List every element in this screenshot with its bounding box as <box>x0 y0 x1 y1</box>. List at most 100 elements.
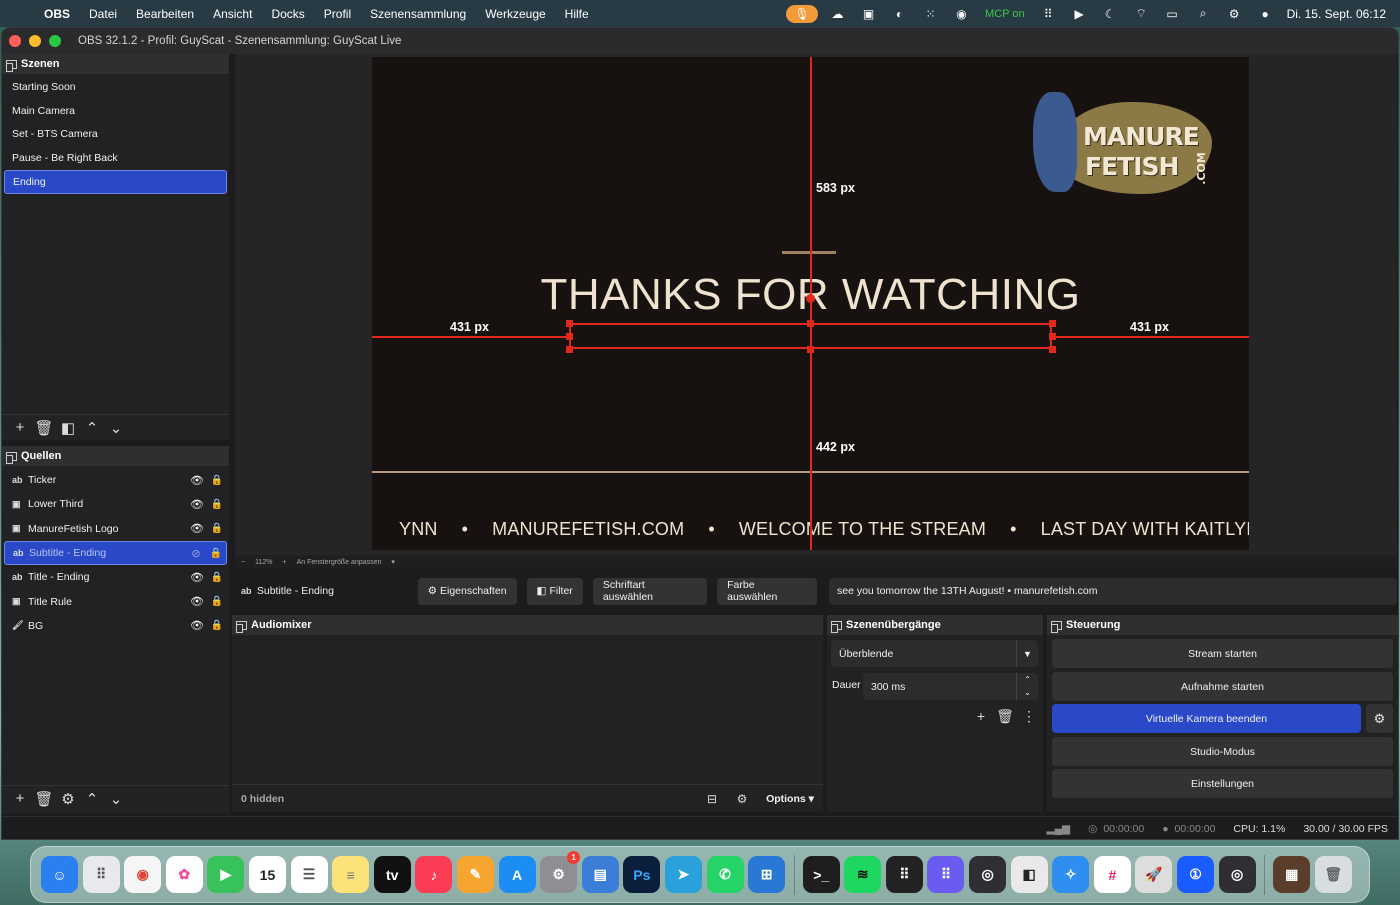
preview-icon[interactable]: ▤ <box>581 856 619 893</box>
dock-float-icon[interactable] <box>831 620 842 633</box>
safari-icon[interactable]: ✧ <box>1052 856 1090 893</box>
siri-icon[interactable]: ● <box>1250 7 1281 21</box>
close-window-button[interactable] <box>9 35 21 47</box>
select-font-button[interactable]: Schriftart auswählen <box>592 577 708 605</box>
source-item-bg[interactable]: 🖌 BG 👁 🔒 <box>4 614 227 638</box>
eye-tracking-icon[interactable]: ◉ <box>946 7 977 21</box>
move-down-icon[interactable]: ⌄ <box>104 417 128 439</box>
source-item-title-ending[interactable]: ab Title - Ending 👁 🔒 <box>4 565 227 589</box>
music-icon[interactable]: ♪ <box>415 856 453 893</box>
microphone-status-icon[interactable]: 🎙 <box>786 4 819 23</box>
visibility-eye-icon[interactable]: 👁 <box>187 474 207 487</box>
menu-ansicht[interactable]: Ansicht <box>213 7 252 21</box>
lock-icon[interactable]: 🔒 <box>207 596 227 607</box>
launchpad-icon[interactable]: ⠿ <box>82 856 120 893</box>
lock-icon[interactable]: 🔒 <box>206 548 226 559</box>
finder-icon[interactable]: ☺ <box>41 856 78 893</box>
dock-float-icon[interactable] <box>1051 620 1062 633</box>
spotify-icon[interactable]: ≋ <box>844 856 882 893</box>
dock-float-icon[interactable] <box>6 59 17 72</box>
lock-icon[interactable]: 🔒 <box>207 475 227 486</box>
preview-canvas[interactable]: MANURE FETISH .COM THANKS FOR WATCHING Y… <box>372 57 1249 550</box>
more-options-icon[interactable]: ⋮ <box>1019 705 1039 727</box>
advanced-audio-gear-icon[interactable]: ⚙ <box>727 792 757 806</box>
duration-input[interactable]: 300 ms ⌃ ⌄ <box>863 673 1038 700</box>
control-center-icon[interactable]: ⚙ <box>1219 7 1250 21</box>
obs-secondary-icon[interactable]: ◎ <box>1218 856 1256 893</box>
remove-transition-icon[interactable]: 🗑 <box>995 705 1015 727</box>
source-properties-gear-icon[interactable]: ⚙ <box>56 788 80 810</box>
grid-app-icon[interactable]: ⠿ <box>927 856 965 893</box>
scene-item-pause[interactable]: Pause - Be Right Back <box>4 147 227 171</box>
hidden-count[interactable]: 0 hidden <box>241 793 697 805</box>
whatsapp-icon[interactable]: ✆ <box>706 856 744 893</box>
dock-float-icon[interactable] <box>6 451 17 464</box>
filter-button[interactable]: ◧ Filter <box>526 577 583 605</box>
transition-select[interactable]: Überblende ▼ <box>831 640 1038 667</box>
reminders-icon[interactable]: ☰ <box>290 856 328 893</box>
search-icon[interactable]: ⌕ <box>1188 6 1219 21</box>
start-recording-button[interactable]: Aufnahme starten <box>1052 672 1393 701</box>
visibility-eye-icon[interactable]: 👁 <box>187 522 207 535</box>
manurefetish-logo[interactable]: MANURE FETISH .COM <box>1027 82 1217 200</box>
menu-datei[interactable]: Datei <box>89 7 117 21</box>
remove-scene-icon[interactable]: 🗑 <box>32 417 56 439</box>
downloads-stack-icon[interactable]: ▦ <box>1273 856 1311 893</box>
calendar-icon[interactable]: 15 <box>248 856 286 893</box>
menu-werkzeuge[interactable]: Werkzeuge <box>485 7 545 21</box>
obs-icon[interactable]: ◎ <box>969 856 1007 893</box>
menu-bearbeiten[interactable]: Bearbeiten <box>136 7 194 21</box>
visibility-eye-icon[interactable]: 👁 <box>187 595 207 608</box>
chrome-icon[interactable]: ◉ <box>124 856 162 893</box>
rocket-icon[interactable]: 🚀 <box>1135 856 1173 893</box>
scene-filters-icon[interactable]: ◧ <box>56 417 80 439</box>
remove-source-icon[interactable]: 🗑 <box>32 788 56 810</box>
add-source-icon[interactable]: + <box>8 788 32 810</box>
scene-item-main-camera[interactable]: Main Camera <box>4 100 227 124</box>
visibility-hidden-icon[interactable]: ⊘ <box>186 547 206 560</box>
zoom-out-button[interactable]: − <box>241 559 245 566</box>
photoshop-icon[interactable]: Ps <box>623 856 661 893</box>
virtual-camera-gear-icon[interactable]: ⚙ <box>1366 704 1393 733</box>
menu-app-obs[interactable]: OBS <box>44 7 70 21</box>
stream-deck-icon[interactable]: ⠿ <box>885 856 923 893</box>
visibility-eye-icon[interactable]: 👁 <box>187 498 207 511</box>
resize-handle-bottom-left[interactable] <box>566 346 573 353</box>
resize-handle-top-left[interactable] <box>566 320 573 327</box>
studio-mode-button[interactable]: Studio-Modus <box>1052 737 1393 766</box>
terminal-icon[interactable]: >_ <box>802 856 840 893</box>
layout-toggle-icon[interactable]: ⊟ <box>697 792 727 806</box>
lock-icon[interactable]: 🔒 <box>207 499 227 510</box>
options-dropdown[interactable]: Options ▾ <box>757 793 823 805</box>
system-settings-icon[interactable]: ⚙ 1 <box>540 851 581 893</box>
lock-icon[interactable]: 🔒 <box>207 620 227 631</box>
scene-item-starting-soon[interactable]: Starting Soon <box>4 76 227 100</box>
properties-button[interactable]: ⚙ Eigenschaften <box>417 577 517 605</box>
title-rule[interactable] <box>782 251 836 254</box>
resize-handle-top[interactable] <box>807 320 814 327</box>
visibility-eye-icon[interactable]: 👁 <box>187 571 207 584</box>
dock-float-icon[interactable] <box>236 620 247 633</box>
stop-virtual-camera-button[interactable]: Virtuelle Kamera beenden <box>1052 704 1361 733</box>
visibility-eye-icon[interactable]: 👁 <box>187 619 207 632</box>
add-scene-icon[interactable]: + <box>8 417 32 439</box>
preview-area[interactable]: MANURE FETISH .COM THANKS FOR WATCHING Y… <box>235 54 1397 556</box>
source-item-ticker[interactable]: ab Ticker 👁 🔒 <box>4 468 227 492</box>
source-item-logo[interactable]: ▣ ManureFetish Logo 👁 🔒 <box>4 517 227 541</box>
mcp-status[interactable]: MCP on <box>985 8 1025 20</box>
pages-icon[interactable]: ✎ <box>456 856 494 893</box>
menu-profil[interactable]: Profil <box>324 7 351 21</box>
scene-item-ending[interactable]: Ending <box>4 170 227 194</box>
slack-icon[interactable]: # <box>1093 856 1131 893</box>
play-circle-icon[interactable]: ▶ <box>1064 7 1095 21</box>
source-item-lower-third[interactable]: ▣ Lower Third 👁 🔒 <box>4 492 227 516</box>
notes-icon[interactable]: ≡ <box>332 856 370 893</box>
zoom-window-button[interactable] <box>49 35 61 47</box>
move-down-icon[interactable]: ⌄ <box>104 788 128 810</box>
app-store-icon[interactable]: A <box>498 856 536 893</box>
add-transition-icon[interactable]: + <box>971 705 991 727</box>
resize-handle-left[interactable] <box>566 333 573 340</box>
move-up-icon[interactable]: ⌃ <box>80 788 104 810</box>
rotation-handle[interactable] <box>806 294 815 303</box>
1password-icon[interactable]: ① <box>1177 856 1215 893</box>
